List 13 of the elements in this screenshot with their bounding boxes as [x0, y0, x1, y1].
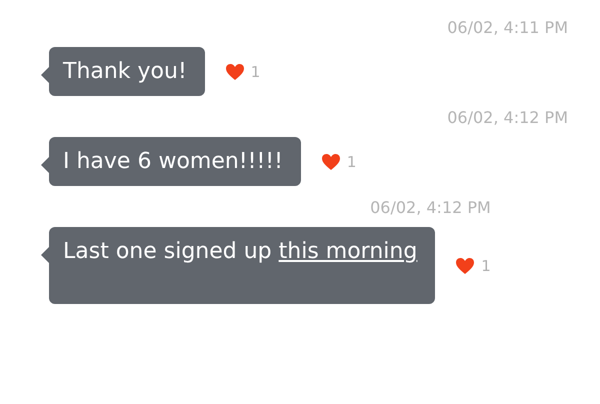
message-timestamp: 06/02, 4:12 PM — [370, 198, 491, 217]
message-text: Last one signed up this morning — [63, 239, 418, 264]
like-count: 1 — [250, 62, 260, 80]
heart-icon[interactable] — [455, 256, 476, 274]
heart-icon[interactable] — [320, 152, 341, 170]
message-text: Thank you! — [63, 59, 187, 84]
heart-icon[interactable] — [224, 62, 245, 80]
message-timestamp: 06/02, 4:12 PM — [447, 108, 568, 127]
message-link[interactable]: this morning — [278, 239, 418, 264]
like-count: 1 — [346, 152, 356, 170]
message-text: I have 6 women!!!!! — [63, 149, 283, 174]
like-count: 1 — [481, 256, 491, 274]
message-timestamp: 06/02, 4:11 PM — [447, 18, 568, 37]
